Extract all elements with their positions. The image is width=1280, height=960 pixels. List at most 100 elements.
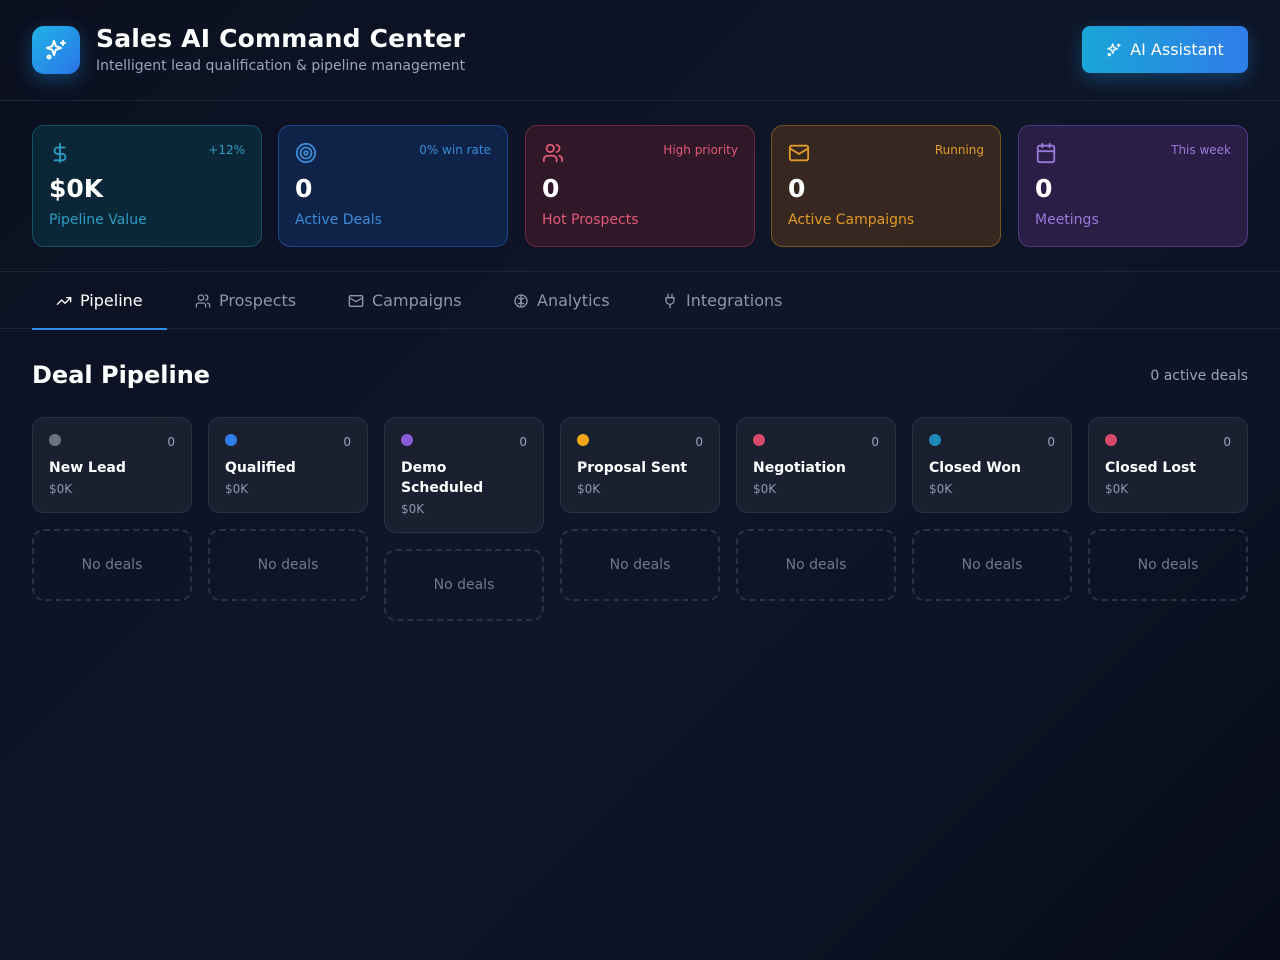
pipeline-column-closed-won: 0 Closed Won $0K No deals [912, 417, 1072, 601]
stage-count: 0 [695, 435, 703, 449]
target-icon [295, 142, 317, 164]
brain-icon [514, 293, 528, 308]
pipeline-column-new-lead: 0 New Lead $0K No deals [32, 417, 192, 601]
pipeline-column-demo-scheduled: 0 Demo Scheduled $0K No deals [384, 417, 544, 621]
stage-count: 0 [167, 435, 175, 449]
stage-dot [225, 434, 237, 446]
stat-tag: This week [1171, 143, 1231, 157]
empty-state: No deals [384, 549, 544, 621]
stage-dot [1105, 434, 1117, 446]
stage-count: 0 [519, 435, 527, 449]
stat-value: 0 [542, 174, 560, 203]
empty-state: No deals [208, 529, 368, 601]
calendar-icon [1036, 142, 1056, 164]
mail-icon [348, 294, 364, 307]
stat-value: 0 [788, 174, 806, 203]
stage-amount: $0K [49, 482, 73, 496]
stage-name: Proposal Sent [577, 460, 688, 476]
pipeline-column-negotiation: 0 Negotiation $0K No deals [736, 417, 896, 601]
stage-header: 0 Qualified $0K [208, 417, 368, 513]
stat-tag: Running [934, 143, 984, 157]
stage-header: 0 Demo Scheduled $0K [384, 417, 544, 533]
app-title: Sales AI Command Center [96, 24, 466, 53]
tab-analytics[interactable]: Analytics [513, 272, 610, 329]
tab-label: Pipeline [80, 291, 143, 310]
stat-value: $0K [49, 174, 104, 203]
plug-icon [665, 293, 675, 308]
tab-label: Campaigns [372, 291, 462, 310]
stat-card-active-campaigns: Running 0 Active Campaigns [771, 125, 1001, 247]
stat-label: Active Deals [295, 212, 382, 228]
stage-count: 0 [343, 435, 351, 449]
pipeline-column-proposal-sent: 0 Proposal Sent $0K No deals [560, 417, 720, 601]
app-header: Sales AI Command Center Intelligent lead… [0, 0, 1280, 101]
empty-state: No deals [912, 529, 1072, 601]
tab-label: Integrations [686, 291, 783, 310]
stage-name: Negotiation [753, 460, 846, 476]
stat-label: Hot Prospects [542, 212, 639, 228]
ai-assistant-label: AI Assistant [1130, 40, 1224, 59]
stat-card-hot-prospects: High priority 0 Hot Prospects [525, 125, 755, 247]
stat-tag: High priority [663, 143, 738, 157]
ai-assistant-button[interactable]: AI Assistant [1082, 26, 1248, 73]
empty-state: No deals [1088, 529, 1248, 601]
users-icon [195, 293, 211, 308]
stage-name: Demo Scheduled [401, 460, 484, 496]
stage-amount: $0K [401, 502, 425, 516]
stage-count: 0 [1047, 435, 1055, 449]
stat-tag: 0% win rate [419, 143, 491, 157]
stage-dot [753, 434, 765, 446]
mail-icon [788, 144, 810, 162]
tab-bar: Pipeline Prospects Campaigns Analytics I… [0, 271, 1280, 330]
trending-up-icon [56, 296, 72, 305]
stage-amount: $0K [577, 482, 601, 496]
stage-amount: $0K [225, 482, 249, 496]
stat-card-active-deals: 0% win rate 0 Active Deals [278, 125, 508, 247]
stage-name: Closed Won [929, 460, 1021, 476]
stage-count: 0 [1223, 435, 1231, 449]
stage-name: New Lead [49, 460, 126, 476]
active-deals-count: 0 active deals [1150, 368, 1248, 384]
stat-value: 0 [1035, 174, 1053, 203]
dollar-icon [53, 142, 67, 164]
stage-header: 0 Closed Lost $0K [1088, 417, 1248, 513]
stage-dot [401, 434, 413, 446]
stage-header: 0 Negotiation $0K [736, 417, 896, 513]
tab-prospects[interactable]: Prospects [195, 272, 296, 329]
app-logo [32, 26, 80, 74]
pipeline-column-qualified: 0 Qualified $0K No deals [208, 417, 368, 601]
tab-campaigns[interactable]: Campaigns [348, 272, 462, 329]
stat-value: 0 [295, 174, 313, 203]
stats-row: +12% $0K Pipeline Value 0% win rate 0 Ac… [32, 125, 1248, 247]
stage-amount: $0K [753, 482, 777, 496]
stat-label: Active Campaigns [788, 212, 915, 228]
stat-card-meetings: This week 0 Meetings [1018, 125, 1248, 247]
section-title: Deal Pipeline [32, 361, 211, 389]
users-icon [542, 143, 564, 163]
stage-header: 0 Closed Won $0K [912, 417, 1072, 513]
stage-amount: $0K [1105, 482, 1129, 496]
stat-label: Meetings [1035, 212, 1099, 228]
tab-label: Prospects [219, 291, 297, 310]
empty-state: No deals [560, 529, 720, 601]
tab-label: Analytics [537, 291, 610, 310]
stat-card-pipeline-value: +12% $0K Pipeline Value [32, 125, 262, 247]
stage-dot [49, 434, 61, 446]
empty-state: No deals [736, 529, 896, 601]
pipeline-column-closed-lost: 0 Closed Lost $0K No deals [1088, 417, 1248, 601]
stage-dot [577, 434, 589, 446]
stage-header: 0 New Lead $0K [32, 417, 192, 513]
stage-header: 0 Proposal Sent $0K [560, 417, 720, 513]
tab-pipeline[interactable]: Pipeline [32, 272, 167, 330]
sparkles-icon [1107, 42, 1121, 56]
stage-amount: $0K [929, 482, 953, 496]
sparkles-icon [46, 40, 66, 60]
tab-integrations[interactable]: Integrations [662, 272, 783, 329]
stat-tag: +12% [208, 143, 245, 157]
empty-state: No deals [32, 529, 192, 601]
stage-name: Qualified [225, 460, 296, 476]
app-subtitle: Intelligent lead qualification & pipelin… [96, 58, 466, 74]
stage-dot [929, 434, 941, 446]
stage-name: Closed Lost [1105, 460, 1196, 476]
stat-label: Pipeline Value [49, 212, 147, 228]
